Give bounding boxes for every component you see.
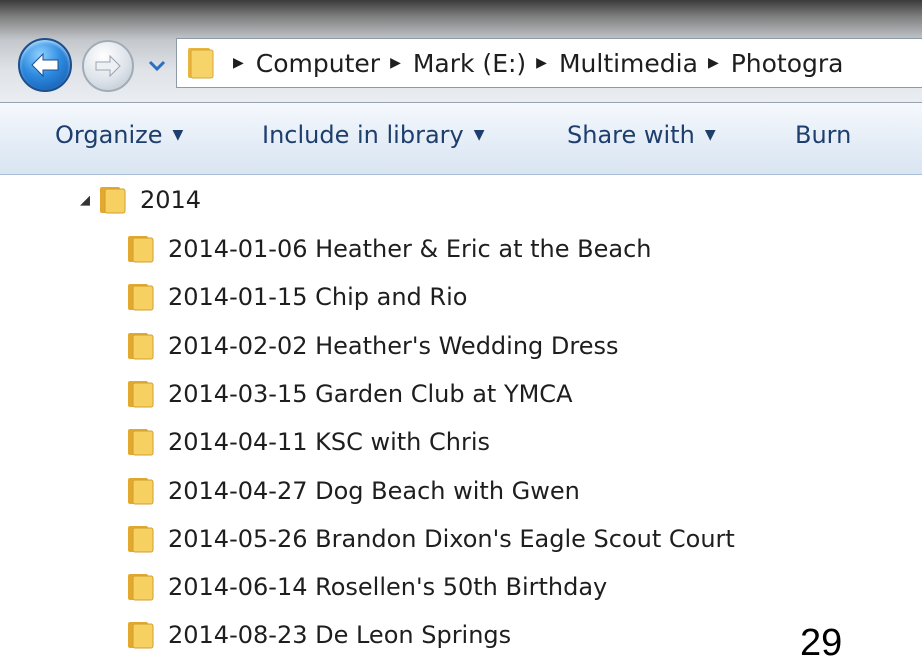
organize-button[interactable]: Organize ▼: [55, 121, 183, 149]
folder-icon: [128, 574, 154, 601]
tree-item-folder[interactable]: 2014-04-11 KSC with Chris: [126, 422, 490, 462]
folder-icon: [128, 333, 154, 360]
folder-icon: [185, 46, 215, 80]
breadcrumb-photographs[interactable]: ▶ Photogra: [698, 49, 844, 78]
breadcrumb-separator-icon[interactable]: ▶: [708, 55, 719, 71]
folder-icon: [128, 526, 154, 553]
tree-item-folder[interactable]: 2014-02-02 Heather's Wedding Dress: [126, 326, 619, 366]
folder-icon: [128, 622, 154, 649]
back-button[interactable]: [18, 38, 72, 92]
burn-button[interactable]: Burn: [795, 121, 851, 149]
folder-icon: [128, 478, 154, 505]
folder-icon: [128, 236, 154, 263]
folder-icon: [100, 187, 126, 214]
command-toolbar: Organize ▼ Include in library ▼ Share wi…: [0, 103, 922, 175]
breadcrumb-separator-icon[interactable]: ▶: [233, 55, 244, 71]
tree-item-folder[interactable]: 2014-03-15 Garden Club at YMCA: [126, 374, 572, 414]
back-arrow-icon: [31, 52, 59, 78]
breadcrumb-separator-icon[interactable]: ▶: [390, 55, 401, 71]
breadcrumb-computer[interactable]: ▶ Computer: [223, 49, 380, 78]
page-number: 29: [800, 622, 843, 664]
tree-item-folder[interactable]: 2014-01-15 Chip and Rio: [126, 277, 467, 317]
recent-pages-button[interactable]: [146, 56, 168, 76]
dropdown-caret-icon: ▼: [473, 127, 485, 143]
tree-item-folder[interactable]: 2014-05-26 Brandon Dixon's Eagle Scout C…: [126, 519, 735, 559]
chevron-down-icon: [148, 60, 166, 72]
tree-item-folder[interactable]: 2014-08-23 De Leon Springs: [126, 615, 511, 655]
tree-item-folder[interactable]: 2014-01-06 Heather & Eric at the Beach: [126, 229, 651, 269]
address-bar: ▶ Computer ▶ Mark (E:) ▶ Multimedia ▶ Ph…: [0, 0, 922, 103]
tree-item-folder[interactable]: 2014-06-14 Rosellen's 50th Birthday: [126, 567, 607, 607]
expanded-triangle-icon[interactable]: ◢: [80, 193, 90, 208]
breadcrumb-multimedia[interactable]: ▶ Multimedia: [526, 49, 698, 78]
forward-button[interactable]: [82, 40, 134, 92]
breadcrumb-mark-drive[interactable]: ▶ Mark (E:): [380, 49, 526, 78]
tree-item-folder[interactable]: 2014-04-27 Dog Beach with Gwen: [126, 471, 580, 511]
dropdown-caret-icon: ▼: [704, 127, 716, 143]
dropdown-caret-icon: ▼: [172, 127, 184, 143]
include-in-library-button[interactable]: Include in library ▼: [262, 121, 485, 149]
folder-icon: [128, 381, 154, 408]
tree-item-2014[interactable]: ◢ 2014: [80, 180, 201, 220]
folder-icon: [128, 284, 154, 311]
share-with-button[interactable]: Share with ▼: [567, 121, 716, 149]
address-field[interactable]: ▶ Computer ▶ Mark (E:) ▶ Multimedia ▶ Ph…: [176, 38, 922, 88]
breadcrumb-separator-icon[interactable]: ▶: [536, 55, 547, 71]
forward-arrow-icon: [95, 54, 121, 78]
folder-icon: [128, 429, 154, 456]
